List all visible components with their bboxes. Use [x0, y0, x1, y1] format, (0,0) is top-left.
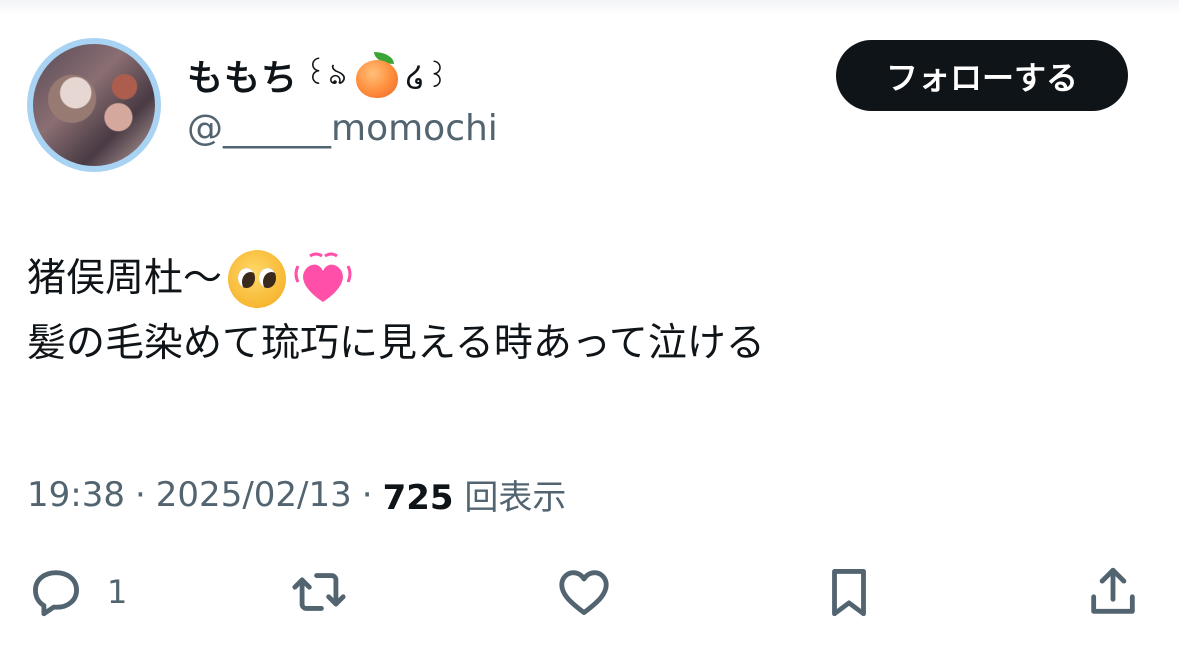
- reply-button[interactable]: 1: [27, 562, 127, 622]
- pleading-face-icon: [228, 249, 287, 308]
- meta-separator: ·: [361, 474, 373, 515]
- bookmark-icon: [832, 569, 866, 617]
- tweet-meta: 19:38 · 2025/02/13 · 725 回表示: [27, 470, 566, 519]
- like-icon: [559, 570, 609, 615]
- display-name[interactable]: ももち ꒰ঌ ໒꒱: [187, 50, 450, 100]
- tweet-text: 猪俣周杜〜 髪の毛染めて琉巧に見える時あって泣ける: [27, 246, 765, 376]
- share-icon: [1091, 567, 1135, 614]
- peach-icon: [354, 52, 400, 98]
- reply-count: 1: [107, 573, 128, 611]
- beating-heart-icon: [292, 250, 354, 308]
- tweet-time[interactable]: 19:38: [27, 475, 125, 515]
- display-name-decoration-left: ꒰ঌ: [304, 56, 348, 92]
- views-label: 回表示: [464, 478, 567, 518]
- reply-icon: [33, 570, 79, 617]
- retweet-button[interactable]: [290, 562, 348, 622]
- share-button[interactable]: [1084, 562, 1142, 622]
- views-count: 725: [382, 478, 454, 518]
- tweet-line-1-text: 猪俣周杜〜: [27, 256, 223, 301]
- top-strip: [0, 0, 1179, 14]
- avatar[interactable]: [27, 38, 161, 172]
- tweet-line-2-text: 髪の毛染めて琉巧に見える時あって泣ける: [27, 321, 765, 366]
- display-name-decoration-right: ໒꒱: [405, 59, 451, 95]
- tweet-line-1: 猪俣周杜〜: [27, 246, 765, 311]
- like-button[interactable]: [555, 562, 613, 622]
- retweet-icon: [292, 573, 346, 611]
- tweet-line-2: 髪の毛染めて琉巧に見える時あって泣ける: [27, 311, 765, 376]
- tweet-date[interactable]: 2025/02/13: [156, 475, 352, 515]
- avatar-image: [33, 44, 155, 166]
- follow-button[interactable]: フォローする: [836, 40, 1128, 111]
- meta-separator: ·: [134, 474, 146, 515]
- bookmark-button[interactable]: [820, 562, 878, 622]
- user-handle[interactable]: @______momochi: [187, 108, 498, 149]
- display-name-text: ももち: [187, 58, 299, 99]
